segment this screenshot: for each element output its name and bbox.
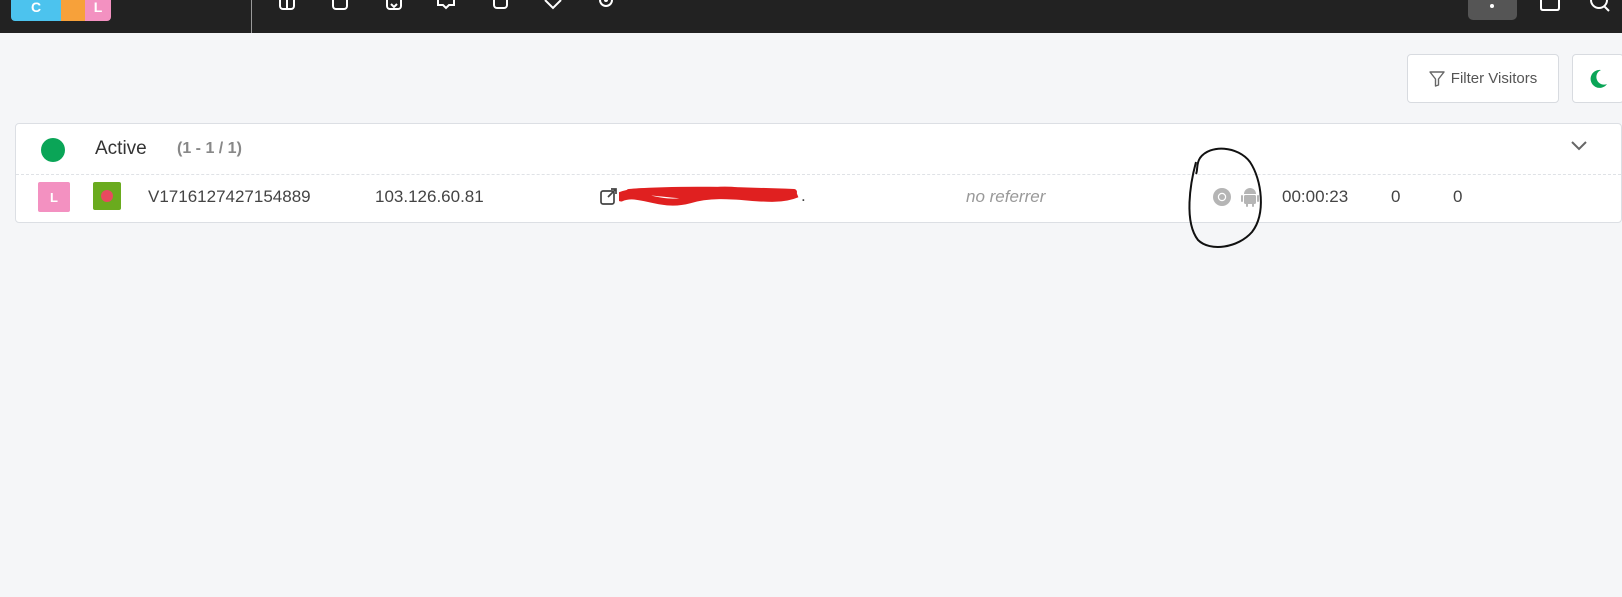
visitor-id[interactable]: V1716127427154889 — [148, 187, 311, 207]
visitor-ip: 103.126.60.81 — [375, 187, 484, 206]
visit-duration: 00:00:23 — [1282, 187, 1349, 206]
metric-b: 0 — [1453, 187, 1463, 206]
active-visitors-panel: Active (1 - 1 / 1) L V1716127427154889 1… — [15, 123, 1622, 223]
recording-icon[interactable] — [93, 182, 121, 210]
filter-visitors-button[interactable]: Filter Visitors — [1407, 54, 1559, 103]
filter-icon — [1429, 70, 1445, 87]
filter-visitors-label: Filter Visitors — [1450, 70, 1538, 87]
moon-icon — [1590, 69, 1607, 88]
chevron-down-icon[interactable] — [1570, 140, 1588, 152]
current-page-link[interactable]: . — [615, 182, 819, 215]
annotation-circle — [1188, 147, 1262, 248]
avatar: L — [38, 182, 70, 212]
tag-icon[interactable] — [541, 0, 565, 12]
settings-icon[interactable] — [594, 0, 618, 12]
user-menu-button[interactable] — [1468, 0, 1517, 20]
visitor-row[interactable]: L V1716127427154889 103.126.60.81 . no r… — [16, 175, 1621, 223]
active-status-dot — [41, 138, 65, 162]
nav-divider — [251, 0, 252, 33]
external-link-icon[interactable] — [599, 186, 619, 206]
page-suffix: . — [801, 186, 806, 205]
chat-icon[interactable] — [328, 0, 352, 12]
top-navbar: C L — [0, 0, 1622, 33]
theme-toggle-button[interactable] — [1572, 54, 1622, 103]
logo-segment-2 — [61, 0, 85, 21]
referrer: no referrer — [966, 187, 1046, 206]
panel-header[interactable]: Active (1 - 1 / 1) — [16, 124, 1621, 175]
logo-segment-1: C — [11, 0, 61, 21]
copy-icon[interactable] — [488, 0, 512, 12]
logo-segment-3: L — [85, 0, 111, 21]
history-icon[interactable] — [382, 0, 406, 12]
section-title: Active — [95, 138, 147, 159]
app-logo[interactable]: C L — [11, 0, 111, 21]
chat-icon[interactable] — [1537, 0, 1563, 14]
metric-a: 0 — [1391, 187, 1401, 206]
section-count: (1 - 1 / 1) — [177, 140, 242, 157]
reports-icon[interactable] — [434, 0, 458, 12]
search-icon[interactable] — [1587, 0, 1617, 14]
dashboard-icon[interactable] — [275, 0, 299, 12]
